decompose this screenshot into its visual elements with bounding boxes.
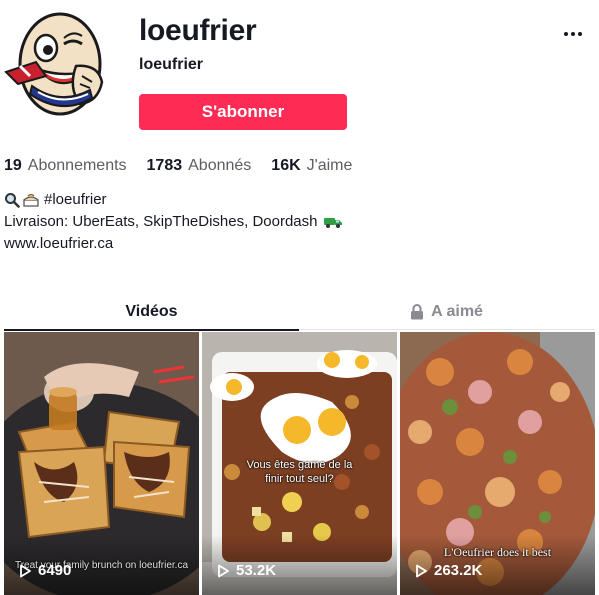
video-caption: Vous êtes game de la finir tout seul?: [246, 459, 353, 485]
view-count: 53.2K: [236, 562, 277, 579]
view-count: 263.2K: [434, 562, 483, 579]
video-views: 263.2K: [414, 562, 482, 579]
cake-emoji-icon: [23, 193, 39, 207]
avatar[interactable]: [2, 4, 114, 120]
stat-value: 1783: [146, 157, 183, 174]
dot: [578, 32, 582, 36]
video-views: 53.2K: [216, 562, 276, 579]
egg-mascot-logo: [4, 12, 104, 116]
video-caption: L'Oeufrier does it best: [443, 545, 552, 559]
profile-nickname: loeufrier: [139, 56, 204, 73]
tab-label: A aimé: [431, 303, 483, 320]
tab-liked[interactable]: A aimé: [299, 294, 594, 330]
profile-stats: 19 Abonnements 1783 Abonnés 16K J'aime: [4, 157, 372, 175]
play-icon: [20, 564, 31, 577]
stat-following[interactable]: 19 Abonnements: [4, 157, 127, 175]
stat-value: 19: [4, 157, 22, 174]
tab-videos[interactable]: Vidéos: [4, 294, 299, 331]
bio-hashtag[interactable]: #loeufrier: [44, 189, 107, 211]
stat-label: Abonnements: [27, 157, 127, 174]
follow-button[interactable]: S'abonner: [139, 94, 347, 130]
view-count: 6490: [38, 562, 72, 579]
tab-label: Vidéos: [125, 303, 178, 320]
more-options-button[interactable]: [558, 24, 588, 44]
dot: [564, 32, 568, 36]
stat-followers[interactable]: 1783 Abonnés: [147, 157, 252, 175]
video-grid: Treat your family brunch on loeufrier.ca…: [4, 332, 597, 595]
stat-label: J'aime: [306, 157, 353, 174]
video-views: 6490: [18, 562, 71, 579]
video-card[interactable]: Treat your family brunch on loeufrier.ca…: [4, 332, 199, 595]
profile-username: loeufrier: [139, 14, 257, 47]
play-icon: [218, 564, 229, 577]
video-card[interactable]: L'Oeufrier does it best 263.2K: [400, 332, 595, 595]
bio-line-hashtag: #loeufrier: [4, 189, 343, 211]
delivery-truck-icon: [324, 218, 343, 228]
bio-delivery: Livraison: UberEats, SkipTheDishes, Door…: [4, 213, 318, 230]
bio-line-delivery: Livraison: UberEats, SkipTheDishes, Door…: [4, 211, 343, 233]
profile-bio: #loeufrier Livraison: UberEats, SkipTheD…: [4, 189, 343, 255]
bio-website-link[interactable]: www.loeufrier.ca: [4, 233, 113, 255]
lock-icon: [411, 304, 424, 320]
stat-value: 16K: [271, 157, 301, 174]
magnifier-emoji-icon: [5, 193, 20, 208]
bio-line-website: www.loeufrier.ca: [4, 233, 343, 255]
video-card[interactable]: Vous êtes game de la finir tout seul? 53…: [202, 332, 397, 595]
dot: [571, 32, 575, 36]
stat-likes: 16K J'aime: [271, 157, 352, 175]
stat-label: Abonnés: [188, 157, 252, 174]
profile-tabs: Vidéos A aimé: [4, 294, 595, 331]
play-icon: [416, 564, 427, 577]
